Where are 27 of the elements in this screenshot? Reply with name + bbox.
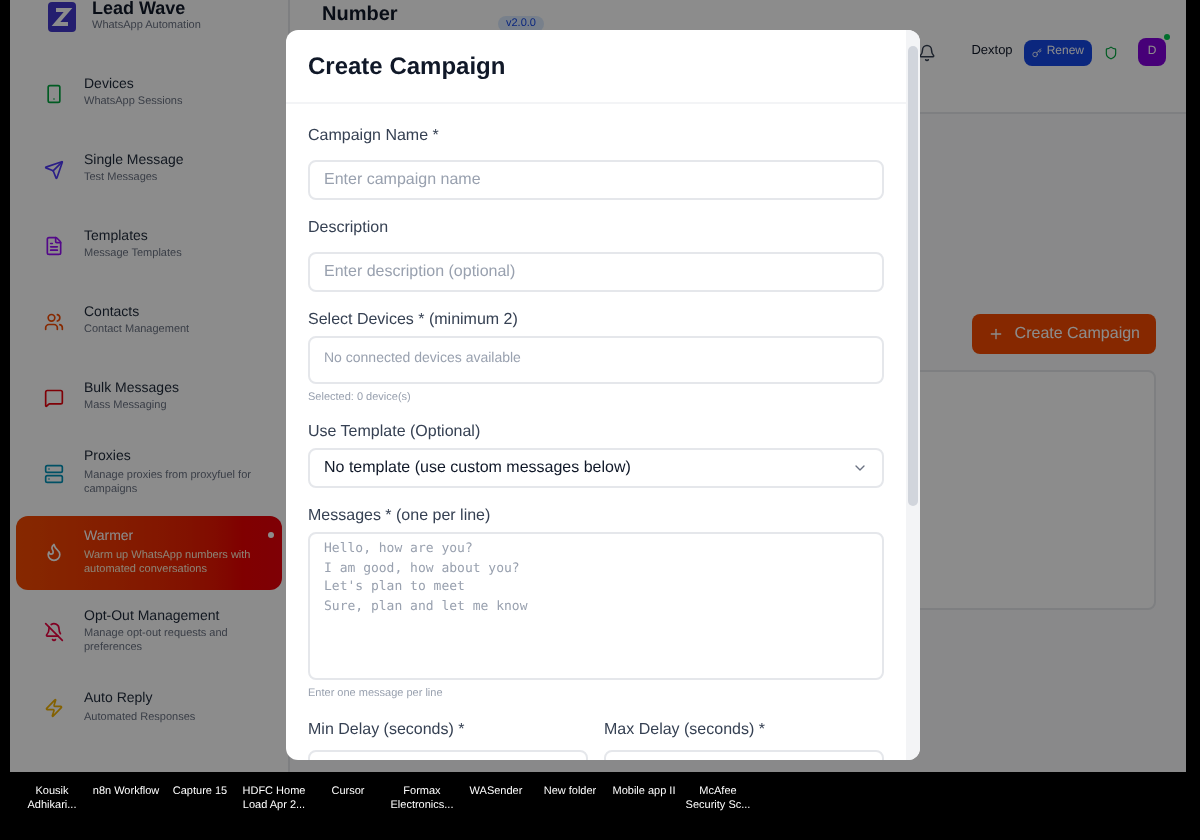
page-title: Number (322, 4, 400, 26)
app-title: Lead Wave (92, 0, 188, 18)
message-icon (44, 387, 64, 407)
template-select[interactable]: No template (use custom messages below) (308, 448, 884, 489)
document-icon (44, 235, 64, 255)
server-icon (44, 463, 64, 483)
lightning-icon (44, 698, 64, 718)
phone-icon (44, 83, 64, 103)
text-field[interactable]: Enter campaign name (308, 159, 884, 199)
shield-icon (1104, 45, 1118, 59)
bell-icon[interactable] (917, 43, 936, 61)
field-label: Use Template (Optional) (308, 422, 483, 443)
field-label: Campaign Name * (308, 126, 441, 146)
flame-icon (44, 542, 64, 563)
field-label: Description (308, 218, 391, 238)
dialog-title: Create Campaign (308, 50, 506, 84)
field-label: Max Delay (seconds) * (604, 719, 767, 739)
text-field[interactable]: Enter description (optional) (308, 251, 884, 291)
field-label: Messages * (one per line) (308, 506, 493, 527)
plus-icon (988, 326, 1005, 342)
create-campaign-button[interactable]: Create Campaign (972, 314, 1156, 354)
send-icon (44, 159, 64, 179)
people-icon (44, 311, 64, 331)
field-label: Select Devices * (minimum 2) (308, 310, 520, 330)
bell-off-icon (44, 622, 64, 642)
key-icon (1032, 47, 1043, 57)
field-label: Min Delay (seconds) * (308, 719, 467, 739)
